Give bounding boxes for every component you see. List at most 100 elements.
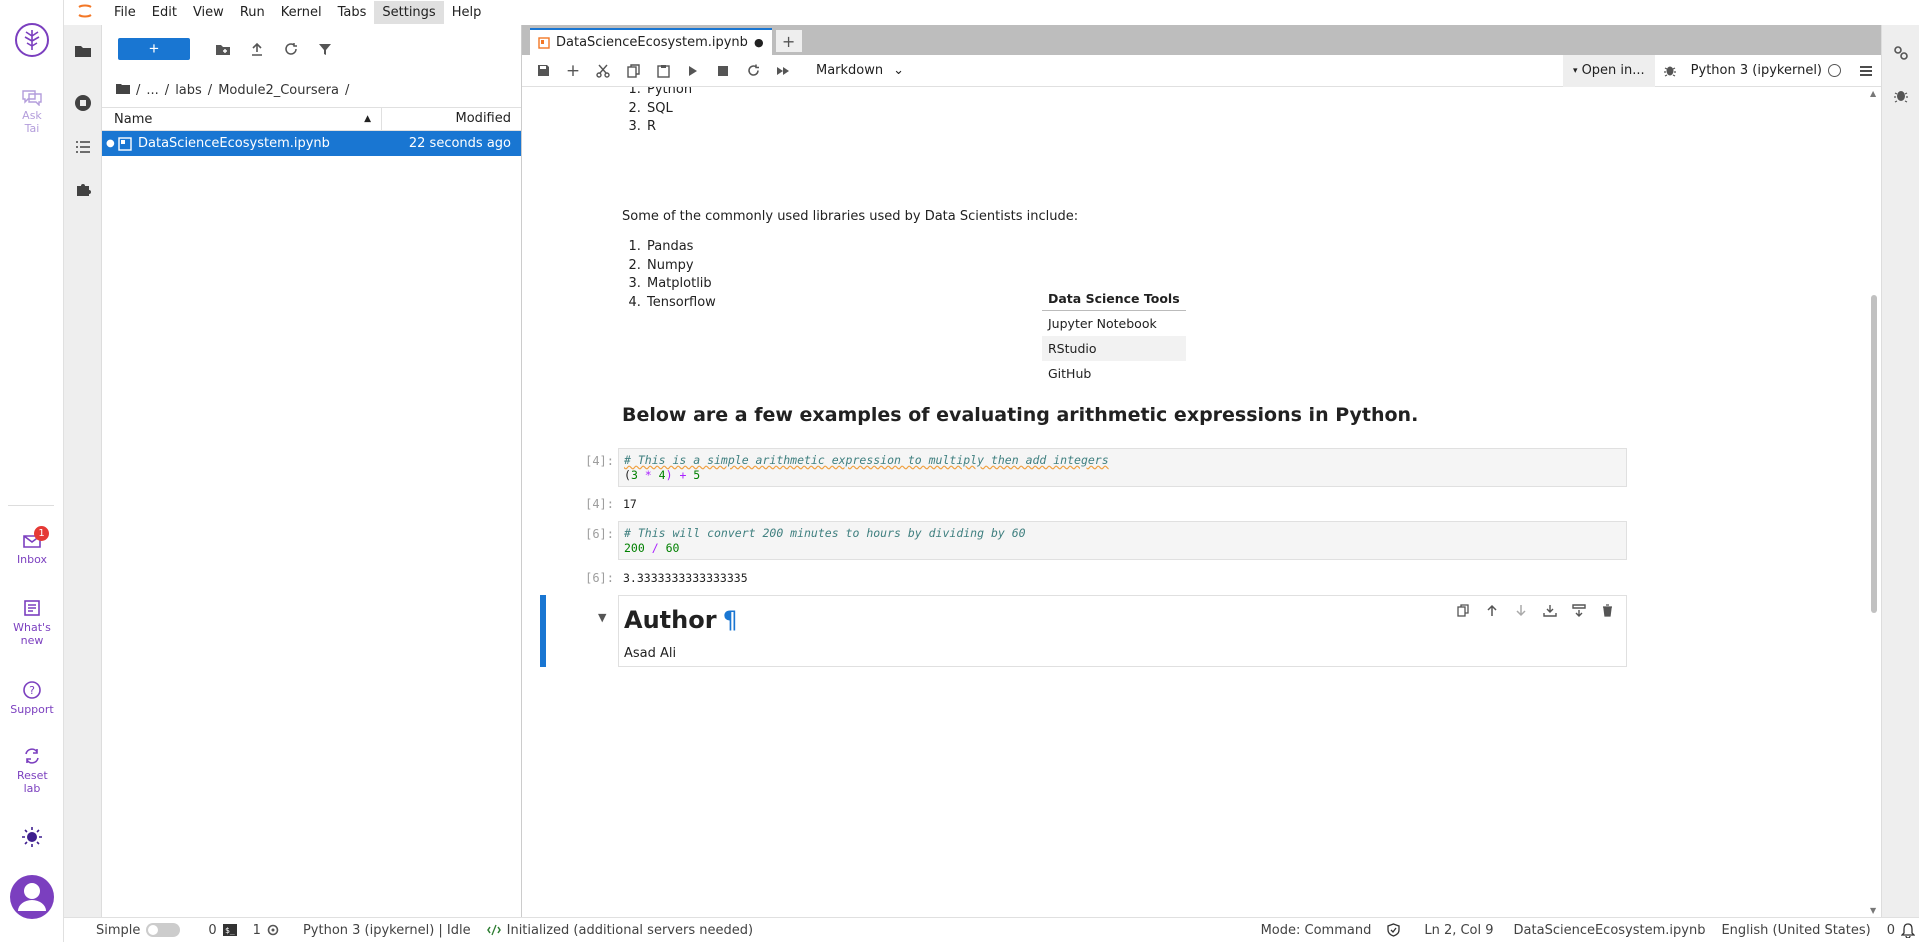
cell-type-select[interactable]: Markdown ⌄ bbox=[798, 63, 916, 78]
notebook-tab-icon bbox=[538, 36, 550, 49]
support-label: Support bbox=[10, 703, 54, 716]
move-up-icon[interactable] bbox=[1481, 600, 1502, 620]
anchor-link[interactable]: ¶ bbox=[723, 606, 738, 634]
unsaved-dot-icon[interactable]: ● bbox=[754, 36, 764, 49]
file-name: DataScienceEcosystem.ipynb bbox=[138, 136, 330, 151]
libraries-list: Pandas Numpy Matplotlib Tensorflow bbox=[622, 238, 716, 312]
open-in-button[interactable]: ▾ Open in... bbox=[1563, 54, 1655, 87]
menu-edit[interactable]: Edit bbox=[144, 1, 185, 24]
code-line: (3 * 4) + 5 bbox=[624, 468, 701, 482]
stop-icon[interactable] bbox=[708, 59, 738, 83]
notification-count[interactable]: 0 bbox=[1879, 923, 1919, 938]
column-header-name[interactable]: Name ▲ bbox=[102, 108, 382, 130]
arithmetic-heading: Below are a few examples of evaluating a… bbox=[622, 404, 1419, 426]
code-cell[interactable]: # This is a simple arithmetic expression… bbox=[618, 448, 1627, 487]
active-cell-indicator bbox=[540, 595, 546, 667]
debugger-bug-icon[interactable] bbox=[1655, 59, 1685, 83]
author-cell-body[interactable]: Author ¶ Asad Ali bbox=[618, 595, 1627, 667]
breadcrumb-ellipsis[interactable]: ... bbox=[146, 83, 158, 98]
inbox-button[interactable]: 1 Inbox bbox=[0, 526, 64, 566]
delete-cell-icon[interactable] bbox=[1597, 600, 1618, 620]
output-prompt: [6]: bbox=[585, 571, 614, 585]
property-inspector-gears-icon[interactable] bbox=[1882, 35, 1919, 71]
kernel-name[interactable]: Python 3 (ipykernel) bbox=[1685, 63, 1828, 78]
extensions-icon[interactable] bbox=[64, 171, 102, 207]
breadcrumb-labs[interactable]: labs bbox=[175, 83, 202, 98]
duplicate-cell-icon[interactable] bbox=[1452, 600, 1473, 620]
terminal-count[interactable]: 0 $_ bbox=[188, 923, 244, 938]
notebook-scrollbar[interactable]: ▲ ▼ bbox=[1867, 87, 1881, 917]
breadcrumb-module2[interactable]: Module2_Coursera bbox=[218, 83, 339, 98]
restart-icon[interactable] bbox=[738, 59, 768, 83]
scroll-down-arrow-icon[interactable]: ▼ bbox=[1870, 906, 1876, 915]
cell-output: 17 bbox=[623, 497, 637, 511]
move-down-icon[interactable] bbox=[1510, 600, 1531, 620]
kernel-status[interactable]: Python 3 (ipykernel) | Idle bbox=[287, 923, 479, 938]
list-item: Numpy bbox=[645, 257, 716, 276]
cut-icon[interactable] bbox=[588, 59, 618, 83]
menu-settings[interactable]: Settings bbox=[374, 1, 444, 24]
fast-forward-icon[interactable] bbox=[768, 59, 798, 83]
list-item: Tensorflow bbox=[645, 294, 716, 313]
new-folder-icon[interactable] bbox=[208, 37, 238, 61]
filter-icon[interactable] bbox=[310, 37, 340, 61]
notebook-toolbar: + Markdown ⌄ ▾ Open in... Python 3 (ipyk… bbox=[522, 54, 1881, 87]
run-icon[interactable] bbox=[678, 59, 708, 83]
language-selector[interactable]: English (United States) bbox=[1713, 923, 1878, 938]
code-cell[interactable]: # This will convert 200 minutes to hours… bbox=[618, 521, 1627, 560]
save-icon[interactable] bbox=[528, 59, 558, 83]
support-button[interactable]: ? Support bbox=[0, 680, 64, 716]
tab-notebook[interactable]: DataScienceEcosystem.ipynb ● bbox=[530, 28, 772, 55]
kernel-count[interactable]: 1 bbox=[245, 923, 287, 938]
cell-output: 3.3333333333333335 bbox=[623, 571, 748, 585]
lsp-status[interactable]: Initialized (additional servers needed) bbox=[479, 923, 761, 938]
author-markdown-cell[interactable]: ▼ Author ¶ Asad Ali bbox=[540, 595, 1627, 667]
running-kernels-icon[interactable] bbox=[64, 85, 102, 121]
chat-icon bbox=[22, 90, 42, 106]
scrollbar-thumb[interactable] bbox=[1871, 295, 1877, 613]
menu-kernel[interactable]: Kernel bbox=[273, 1, 330, 24]
insert-cell-icon[interactable]: + bbox=[558, 59, 588, 83]
menu-view[interactable]: View bbox=[185, 1, 232, 24]
folder-icon[interactable] bbox=[64, 33, 102, 69]
status-filename: DataScienceEcosystem.ipynb bbox=[1513, 922, 1706, 938]
simple-mode-toggle[interactable] bbox=[146, 923, 181, 937]
copy-icon[interactable] bbox=[618, 59, 648, 83]
notebook-file-icon bbox=[118, 136, 132, 151]
account-avatar[interactable] bbox=[0, 874, 64, 923]
shield-check-icon[interactable] bbox=[1379, 923, 1408, 937]
right-sidebar bbox=[1881, 25, 1919, 917]
menu-help[interactable]: Help bbox=[444, 1, 490, 24]
languages-list: Python SQL R bbox=[622, 87, 692, 137]
upload-icon[interactable] bbox=[242, 37, 272, 61]
add-tab-button[interactable]: + bbox=[775, 30, 802, 52]
new-launcher-button[interactable]: + bbox=[118, 38, 190, 60]
list-item: Matplotlib bbox=[645, 275, 716, 294]
menu-file[interactable]: File bbox=[106, 1, 144, 24]
menu-tabs[interactable]: Tabs bbox=[330, 1, 375, 24]
whats-new-button[interactable]: What's new bbox=[0, 598, 64, 647]
menu-run[interactable]: Run bbox=[232, 1, 273, 24]
svg-text:$_: $_ bbox=[225, 926, 235, 935]
cursor-position[interactable]: Ln 2, Col 9 bbox=[1408, 923, 1501, 938]
file-row[interactable]: ● DataScienceEcosystem.ipynb 22 seconds … bbox=[102, 131, 521, 156]
data-science-tools-table: Data Science Tools Jupyter Notebook RStu… bbox=[1042, 287, 1186, 386]
column-header-modified[interactable]: Modified bbox=[382, 108, 521, 130]
inbox-label: Inbox bbox=[16, 553, 48, 566]
scroll-up-arrow-icon[interactable]: ▲ bbox=[1870, 89, 1876, 98]
table-of-contents-icon[interactable] bbox=[64, 129, 102, 165]
app-logo-icon[interactable] bbox=[0, 22, 64, 61]
theme-toggle-button[interactable] bbox=[0, 826, 64, 851]
table-cell: RStudio bbox=[1042, 336, 1186, 361]
insert-below-icon[interactable] bbox=[1568, 600, 1589, 620]
debugger-icon[interactable] bbox=[1882, 77, 1919, 113]
collapse-caret-icon[interactable]: ▼ bbox=[598, 611, 606, 624]
reset-lab-button[interactable]: Reset lab bbox=[0, 746, 64, 795]
hamburger-menu-icon[interactable] bbox=[1851, 59, 1881, 83]
paste-icon[interactable] bbox=[648, 59, 678, 83]
simple-mode: Simple bbox=[64, 923, 188, 938]
refresh-icon[interactable] bbox=[276, 37, 306, 61]
ask-tai-button[interactable]: Ask Tai bbox=[0, 88, 64, 135]
insert-above-icon[interactable] bbox=[1539, 600, 1560, 620]
breadcrumb-home-folder-icon[interactable] bbox=[116, 83, 130, 98]
